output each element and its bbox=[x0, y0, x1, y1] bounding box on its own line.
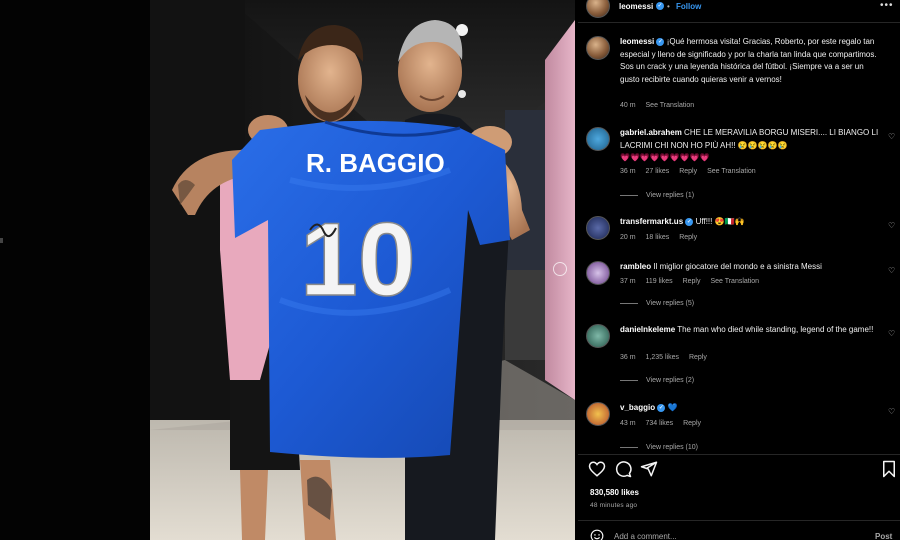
comment-text: The man who died while standing, legend … bbox=[677, 325, 874, 334]
view-replies-label: View replies (10) bbox=[646, 444, 699, 451]
comment-time: 37 m bbox=[620, 278, 636, 285]
verified-badge-icon: ✓ bbox=[685, 217, 694, 226]
commenter-avatar[interactable] bbox=[586, 402, 610, 426]
share-icon[interactable] bbox=[640, 460, 658, 478]
bookmark-icon[interactable] bbox=[880, 460, 898, 478]
like-comment-heart-icon[interactable]: ♡ bbox=[888, 221, 895, 230]
post-header: leomessi ✓ • Follow ••• bbox=[578, 0, 900, 18]
see-translation-link[interactable]: See Translation bbox=[646, 102, 695, 109]
pink-wall bbox=[545, 20, 575, 400]
author-avatar[interactable] bbox=[586, 0, 610, 18]
comment-text: 💙 bbox=[667, 403, 678, 412]
see-translation-link[interactable]: See Translation bbox=[710, 278, 759, 285]
commenter-username[interactable]: transfermarkt.us bbox=[620, 217, 683, 226]
view-replies-button[interactable]: View replies (10) bbox=[620, 444, 698, 451]
caption-username[interactable]: leomessi bbox=[620, 37, 654, 46]
reply-button[interactable]: Reply bbox=[679, 234, 697, 241]
reply-button[interactable]: Reply bbox=[679, 168, 697, 175]
post-comment-button[interactable]: Post bbox=[875, 532, 892, 540]
see-translation-link[interactable]: See Translation bbox=[707, 168, 756, 175]
more-options-icon[interactable]: ••• bbox=[880, 0, 894, 11]
replies-line bbox=[620, 447, 638, 448]
commenter-avatar[interactable] bbox=[586, 324, 610, 348]
comment-likes[interactable]: 734 likes bbox=[646, 420, 674, 427]
comment-time: 43 m bbox=[620, 420, 636, 427]
comment-likes[interactable]: 27 likes bbox=[646, 168, 670, 175]
view-replies-label: View replies (5) bbox=[646, 300, 695, 307]
jersey-number: 10 bbox=[300, 202, 416, 318]
jersey-name: R. BAGGIO bbox=[306, 148, 445, 178]
commenter-avatar[interactable] bbox=[586, 261, 610, 285]
post-actions-bar bbox=[578, 456, 900, 480]
actions-divider bbox=[578, 454, 900, 455]
ceiling-light bbox=[458, 90, 466, 98]
like-comment-heart-icon[interactable]: ♡ bbox=[888, 329, 895, 338]
commenter-avatar[interactable] bbox=[586, 127, 610, 151]
commenter-username[interactable]: danielnkeleme bbox=[620, 325, 675, 334]
like-comment-heart-icon[interactable]: ♡ bbox=[888, 132, 895, 141]
view-replies-button[interactable]: View replies (5) bbox=[620, 300, 694, 307]
verified-badge-icon: ✓ bbox=[656, 2, 664, 10]
caption-time: 40 m bbox=[620, 102, 636, 109]
like-comment-heart-icon[interactable]: ♡ bbox=[888, 266, 895, 275]
comment-likes[interactable]: 18 likes bbox=[646, 234, 670, 241]
carousel-next-icon[interactable] bbox=[553, 262, 567, 276]
view-replies-button[interactable]: View replies (1) bbox=[620, 192, 694, 199]
post-timestamp: 48 minutes ago bbox=[590, 502, 638, 509]
commenter-username[interactable]: gabriel.abrahem bbox=[620, 128, 682, 137]
comment-text: Uff!!! 😍🇮🇹🙌 bbox=[695, 217, 745, 226]
commenter-username[interactable]: v_baggio bbox=[620, 403, 655, 412]
corridor-railing bbox=[505, 270, 545, 360]
comment-time: 36 m bbox=[620, 168, 636, 175]
comment-likes[interactable]: 1,235 likes bbox=[646, 354, 679, 361]
post-photo[interactable]: R. BAGGIO 10 bbox=[150, 0, 575, 540]
reply-button[interactable]: Reply bbox=[689, 354, 707, 361]
author-avatar[interactable] bbox=[586, 36, 610, 60]
replies-line bbox=[620, 380, 638, 381]
post-details-panel: leomessi ✓ • Follow ••• leomessi ✓ ¡Qué … bbox=[578, 0, 900, 540]
comment-text-hearts: 💗💗💗💗💗💗💗💗💗 bbox=[620, 153, 710, 162]
dark-backdrop bbox=[0, 0, 150, 540]
replies-line bbox=[620, 303, 638, 304]
add-comment-bar: Add a comment... Post bbox=[578, 520, 900, 540]
comment-time: 36 m bbox=[620, 354, 636, 361]
likes-count[interactable]: 830,580 likes bbox=[590, 488, 639, 497]
like-comment-heart-icon[interactable]: ♡ bbox=[888, 407, 895, 416]
commenter-avatar[interactable] bbox=[586, 216, 610, 240]
left-edge-marker bbox=[0, 238, 3, 243]
header-divider bbox=[578, 22, 900, 23]
heart-icon[interactable] bbox=[588, 460, 606, 478]
comment-time: 20 m bbox=[620, 234, 636, 241]
verified-badge-icon: ✓ bbox=[656, 37, 665, 46]
view-replies-button[interactable]: View replies (2) bbox=[620, 377, 694, 384]
emoji-icon[interactable] bbox=[590, 529, 604, 540]
author-username[interactable]: leomessi bbox=[619, 2, 653, 11]
view-replies-label: View replies (1) bbox=[646, 192, 695, 199]
follow-button[interactable]: Follow bbox=[676, 2, 701, 11]
commenter-username[interactable]: rambleo bbox=[620, 262, 651, 271]
reply-button[interactable]: Reply bbox=[683, 420, 701, 427]
comment-likes[interactable]: 119 likes bbox=[646, 278, 673, 285]
verified-badge-icon: ✓ bbox=[657, 403, 666, 412]
add-comment-input[interactable]: Add a comment... bbox=[614, 532, 677, 540]
separator-dot: • bbox=[667, 2, 670, 11]
replies-line bbox=[620, 195, 638, 196]
view-replies-label: View replies (2) bbox=[646, 377, 695, 384]
reply-button[interactable]: Reply bbox=[683, 278, 701, 285]
left-person-leg bbox=[240, 470, 268, 540]
comment-icon[interactable] bbox=[614, 460, 632, 478]
comment-text: Il miglior giocatore del mondo e a sinis… bbox=[653, 262, 822, 271]
